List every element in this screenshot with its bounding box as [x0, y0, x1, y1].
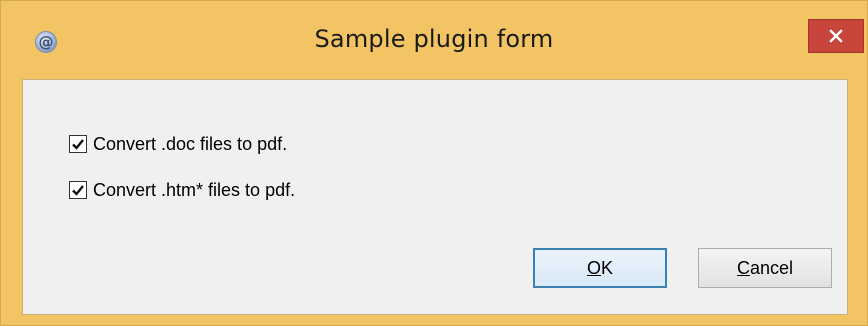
window-title: Sample plugin form — [314, 25, 554, 53]
convert-doc-checkbox[interactable] — [69, 135, 87, 153]
cancel-label-rest: ancel — [749, 257, 794, 278]
convert-doc-label[interactable]: Convert .doc files to pdf. — [93, 134, 287, 155]
dialog-content: Convert .doc files to pdf. Convert .htm*… — [22, 79, 848, 315]
dialog-window: @ Sample plugin form Convert .doc files … — [0, 0, 868, 326]
close-icon — [829, 29, 843, 43]
checkmark-icon — [72, 185, 84, 196]
ok-label-rest: K — [601, 257, 614, 278]
cancel-mnemonic: C — [736, 257, 750, 278]
checkmark-icon — [72, 139, 84, 150]
checkbox-row-doc[interactable]: Convert .doc files to pdf. — [69, 132, 287, 156]
convert-htm-label[interactable]: Convert .htm* files to pdf. — [93, 180, 295, 201]
cancel-button[interactable]: Cancel — [698, 248, 832, 288]
convert-htm-checkbox[interactable] — [69, 181, 87, 199]
close-button[interactable] — [808, 19, 864, 53]
checkbox-row-htm[interactable]: Convert .htm* files to pdf. — [69, 178, 295, 202]
ok-button[interactable]: OK — [533, 248, 667, 288]
title-bar[interactable]: @ Sample plugin form — [1, 1, 867, 79]
ok-mnemonic: O — [586, 257, 601, 278]
